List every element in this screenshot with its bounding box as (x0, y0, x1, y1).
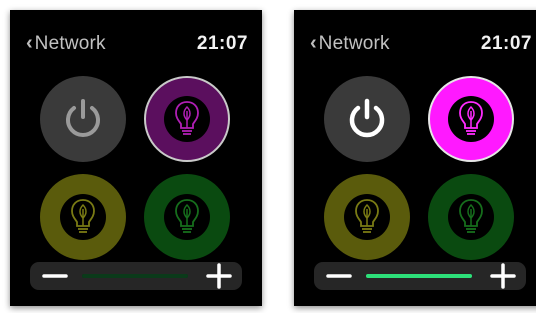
slider-track[interactable] (82, 274, 188, 278)
power-icon (66, 99, 100, 137)
back-label: Network (318, 33, 390, 54)
slider-track[interactable] (366, 274, 472, 278)
bulb-icon (355, 199, 379, 233)
back-button[interactable]: ‹ Network (310, 33, 390, 55)
bulb-icon (71, 199, 95, 233)
back-button[interactable]: ‹ Network (26, 33, 106, 55)
bulb-icon (175, 101, 199, 135)
watch-screen-dim: ‹ Network 21:07 (10, 10, 262, 306)
plus-icon (490, 263, 516, 289)
brightness-increase-button[interactable] (486, 262, 520, 290)
back-label: Network (34, 33, 106, 54)
comparison-stage: ‹ Network 21:07 ‹ Network 21:07 (0, 0, 536, 313)
brightness-slider[interactable] (30, 262, 242, 290)
chevron-left-icon: ‹ (26, 32, 33, 54)
power-icon (349, 98, 385, 138)
plus-icon (206, 263, 232, 289)
bulb-icon (175, 199, 199, 233)
light-purple-button[interactable] (428, 76, 514, 162)
slider-fill (366, 274, 472, 278)
minus-icon (42, 274, 68, 278)
clock-time: 21:07 (480, 33, 532, 54)
brightness-decrease-button[interactable] (38, 262, 72, 290)
bulb-disk (448, 96, 494, 142)
clock-time: 21:07 (196, 33, 248, 54)
bulb-disk (164, 194, 210, 240)
watch-screen-bright: ‹ Network 21:07 (294, 10, 536, 306)
bulb-icon (459, 199, 483, 233)
power-button[interactable] (40, 76, 126, 162)
power-button[interactable] (324, 76, 410, 162)
light-purple-button[interactable] (144, 76, 230, 162)
bulb-disk (60, 194, 106, 240)
light-green-button[interactable] (428, 174, 514, 260)
status-header: ‹ Network 21:07 (26, 30, 248, 58)
chevron-left-icon: ‹ (310, 32, 317, 54)
slider-fill (82, 274, 188, 278)
minus-icon (326, 274, 352, 278)
light-yellow-button[interactable] (40, 174, 126, 260)
brightness-decrease-button[interactable] (322, 262, 356, 290)
brightness-increase-button[interactable] (202, 262, 236, 290)
bulb-disk (164, 96, 210, 142)
light-yellow-button[interactable] (324, 174, 410, 260)
status-header: ‹ Network 21:07 (310, 30, 532, 58)
bulb-disk (448, 194, 494, 240)
bulb-disk (344, 194, 390, 240)
brightness-slider[interactable] (314, 262, 526, 290)
light-green-button[interactable] (144, 174, 230, 260)
bulb-icon (459, 101, 483, 135)
